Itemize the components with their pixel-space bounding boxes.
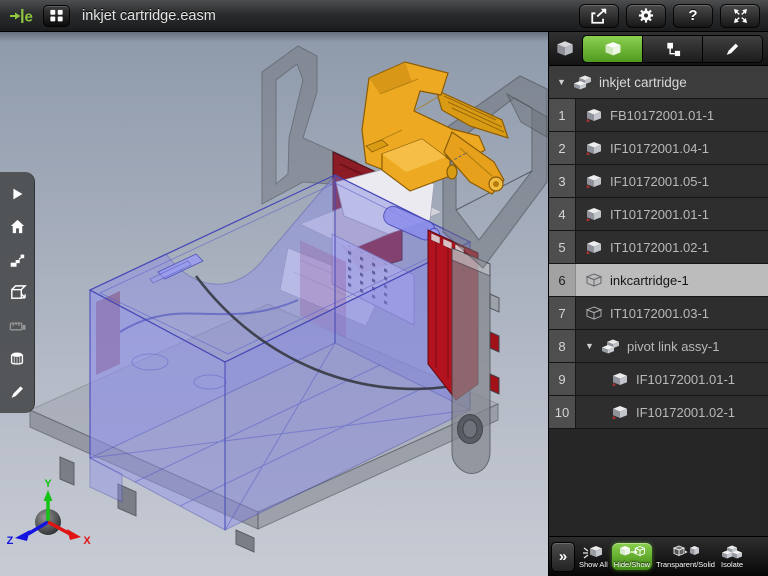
row-number: 8: [549, 330, 576, 362]
isolate-button[interactable]: Isolate: [719, 543, 745, 570]
tab-components[interactable]: [583, 36, 643, 62]
share-button[interactable]: [579, 4, 619, 28]
help-button[interactable]: ?: [673, 4, 713, 28]
part-icon: [585, 174, 603, 189]
tree-empty-area: [549, 429, 768, 536]
title-bar: e inkjet cartridge.easm: [0, 0, 768, 32]
panel-tab-bar: [549, 32, 768, 66]
views-button[interactable]: [0, 243, 34, 276]
fullscreen-icon: [730, 7, 751, 25]
tree-row[interactable]: 10 IF10172001.02-1: [549, 396, 768, 429]
disclosure-icon[interactable]: ▼: [557, 77, 567, 87]
tree-row[interactable]: 9 IF10172001.01-1: [549, 363, 768, 396]
panel-footer: » Show All Hide/Show: [549, 536, 768, 576]
row-number: 9: [549, 363, 576, 395]
assembly-icon: [602, 339, 620, 354]
row-number: 6: [549, 264, 576, 296]
structure-tree-icon: [663, 40, 683, 57]
expand-panel-button[interactable]: »: [551, 542, 575, 572]
tab-markup[interactable]: [703, 36, 762, 62]
row-number: 5: [549, 231, 576, 263]
transparent-solid-button[interactable]: Transparent/Solid: [654, 543, 717, 570]
fullscreen-button[interactable]: [720, 4, 760, 28]
root-label: inkjet cartridge: [599, 75, 687, 90]
component-tree: ▼ inkjet cartridge 1 FB10172001.01-1 2 I…: [549, 66, 768, 536]
help-icon: ?: [688, 7, 697, 24]
view-toolbar: [0, 172, 35, 413]
markup-pencil-icon: [724, 41, 742, 57]
row-number: 1: [549, 99, 576, 131]
part-hidden-icon: [585, 273, 603, 288]
part-icon: [585, 207, 603, 222]
play-icon: [8, 185, 26, 203]
svg-text:e: e: [25, 8, 33, 25]
home-icon: [8, 217, 27, 236]
share-icon: [588, 7, 610, 25]
measure-button[interactable]: [0, 309, 34, 342]
part-icon: [585, 108, 603, 123]
tree-row-assembly[interactable]: 8 ▼ pivot link assy-1: [549, 330, 768, 363]
hide-show-icon: [619, 545, 645, 559]
triad-y-label: Y: [44, 478, 52, 490]
disclosure-icon[interactable]: ▼: [585, 341, 595, 351]
tree-row[interactable]: 2 IF10172001.04-1: [549, 132, 768, 165]
markup-button[interactable]: [0, 375, 34, 408]
home-view-button[interactable]: [0, 210, 34, 243]
row-number: 2: [549, 132, 576, 164]
part-icon: [611, 405, 629, 420]
edrawings-logo-icon: e: [8, 6, 35, 26]
apps-grid-button[interactable]: [43, 5, 70, 27]
views-steps-icon: [8, 251, 26, 269]
show-all-button[interactable]: Show All: [577, 543, 610, 570]
show-all-icon: [581, 545, 605, 559]
model-viewport[interactable]: Y Z X: [0, 32, 548, 576]
play-animation-button[interactable]: [0, 177, 34, 210]
reset-view-button[interactable]: [0, 276, 34, 309]
section-icon: [8, 350, 26, 368]
3d-scene[interactable]: Y Z X: [0, 32, 548, 576]
tree-row[interactable]: 5 IT10172001.02-1: [549, 231, 768, 264]
components-panel: ▼ inkjet cartridge 1 FB10172001.01-1 2 I…: [548, 32, 768, 576]
row-number: 4: [549, 198, 576, 230]
tree-root-row[interactable]: ▼ inkjet cartridge: [549, 66, 768, 99]
components-tab-icon: [602, 41, 624, 57]
triad-z-label: Z: [7, 535, 14, 547]
transparent-solid-icon: [673, 545, 699, 559]
part-icon: [585, 240, 603, 255]
tree-row[interactable]: 7 IT10172001.03-1: [549, 297, 768, 330]
measure-icon: [8, 316, 27, 335]
triad-x-label: X: [83, 535, 91, 547]
gear-icon: [636, 6, 656, 25]
assembly-icon: [574, 75, 592, 90]
row-number: 3: [549, 165, 576, 197]
row-number: 10: [549, 396, 576, 428]
hide-show-button[interactable]: Hide/Show: [612, 543, 652, 570]
tab-structure[interactable]: [643, 36, 703, 62]
pencil-icon: [8, 383, 26, 401]
part-transparent-icon: [585, 306, 603, 321]
tree-row[interactable]: 4 IT10172001.01-1: [549, 198, 768, 231]
edrawings-app: e inkjet cartridge.easm: [0, 0, 768, 576]
panel-segmented-control: [582, 35, 763, 63]
part-icon: [611, 372, 629, 387]
isolate-icon: [721, 545, 743, 559]
reset-box-icon: [8, 283, 27, 302]
row-number: 7: [549, 297, 576, 329]
grid-icon: [47, 7, 66, 24]
part-icon: [585, 141, 603, 156]
document-title: inkjet cartridge.easm: [82, 8, 216, 24]
settings-button[interactable]: [626, 4, 666, 28]
tree-row[interactable]: 1 FB10172001.01-1: [549, 99, 768, 132]
components-panel-icon[interactable]: [554, 40, 576, 58]
section-button[interactable]: [0, 342, 34, 375]
tree-row-selected[interactable]: 6 inkcartridge-1: [549, 264, 768, 297]
tree-row[interactable]: 3 IF10172001.05-1: [549, 165, 768, 198]
